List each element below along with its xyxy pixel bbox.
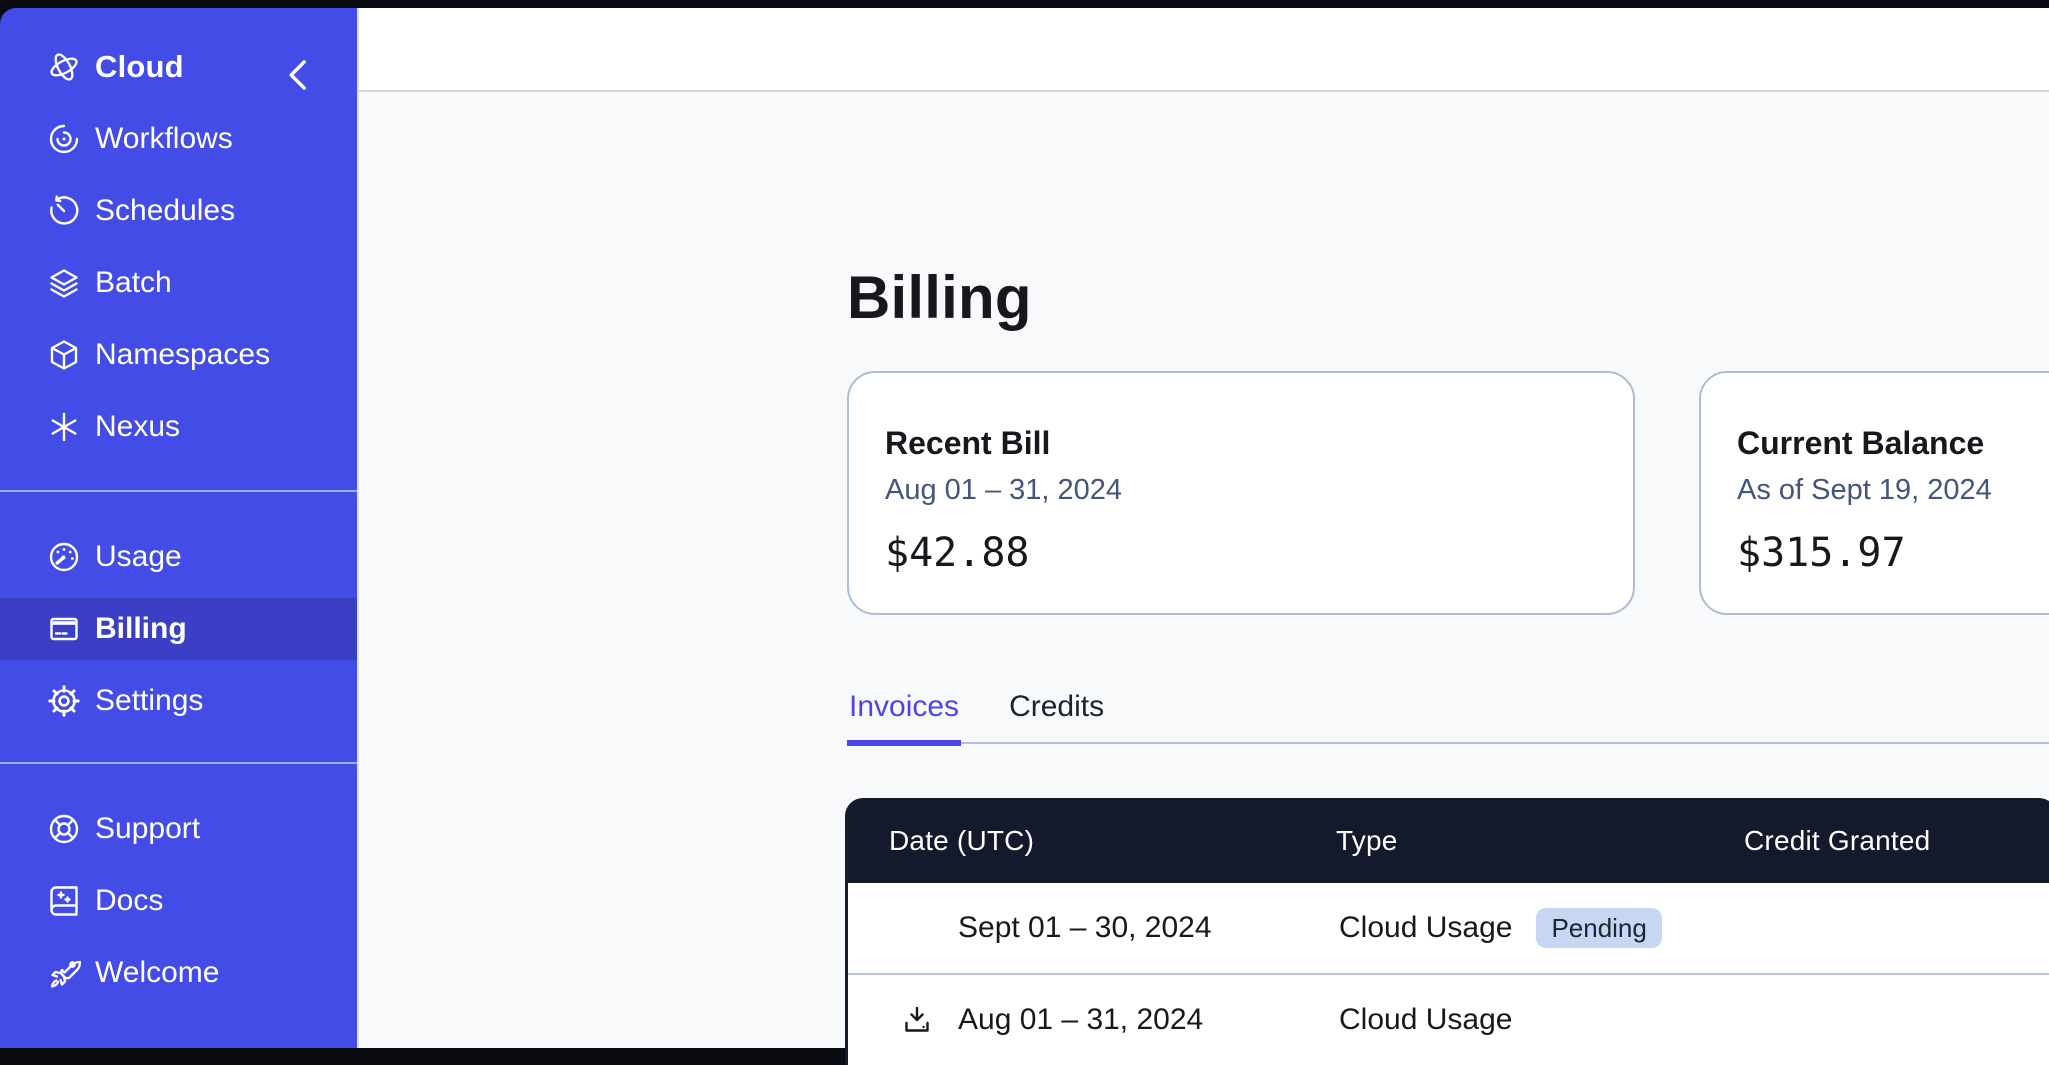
card-subtitle: As of Sept 19, 2024 (1737, 471, 2049, 509)
docs-icon (46, 883, 82, 919)
sidebar-item-label: Workflows (95, 122, 233, 156)
invoice-type: Cloud Usage (1339, 1003, 1512, 1037)
column-header-credit-granted: Credit Granted (1744, 825, 2049, 857)
column-header-type: Type (1336, 825, 1744, 857)
card-title: Recent Bill (885, 423, 1593, 463)
card-subtitle: Aug 01 – 31, 2024 (885, 471, 1593, 509)
table-row: Aug 01 – 31, 2024 Cloud Usage (848, 975, 2049, 1065)
current-balance-card: Current Balance As of Sept 19, 2024 $315… (1699, 371, 2049, 615)
temporal-logo-icon (46, 49, 82, 85)
sidebar-item-batch[interactable]: Batch (0, 252, 357, 314)
sidebar-item-docs[interactable]: Docs (0, 870, 357, 932)
sidebar-item-label: Settings (95, 684, 203, 718)
batch-icon (46, 265, 82, 301)
sidebar-section-platform: Workflows Schedules Batch (0, 108, 357, 468)
column-header-date: Date (UTC) (889, 825, 1336, 857)
invoice-type-cell: Cloud Usage Pending (1339, 908, 1747, 948)
invoice-date-cell: Sept 01 – 30, 2024 (892, 911, 1339, 945)
recent-bill-card: Recent Bill Aug 01 – 31, 2024 $42.88 (847, 371, 1635, 615)
top-bar (359, 8, 2049, 92)
sidebar-item-label: Batch (95, 266, 172, 300)
sidebar-section-help: Support Docs Welcome (0, 762, 357, 1014)
invoice-date: Sept 01 – 30, 2024 (958, 911, 1212, 944)
invoice-type: Cloud Usage (1339, 911, 1512, 945)
invoice-date-cell: Aug 01 – 31, 2024 (892, 1003, 1339, 1037)
card-title: Current Balance (1737, 423, 2049, 463)
sidebar-item-label: Namespaces (95, 338, 270, 372)
page-title: Billing (847, 263, 1032, 332)
billing-icon (46, 611, 82, 647)
sidebar-item-support[interactable]: Support (0, 798, 357, 860)
invoice-type-cell: Cloud Usage (1339, 1003, 1747, 1037)
sidebar-item-label: Billing (95, 612, 187, 646)
schedules-icon (46, 193, 82, 229)
invoices-table: Date (UTC) Type Credit Granted Sept 01 –… (845, 798, 2049, 1065)
table-header-row: Date (UTC) Type Credit Granted (845, 798, 2049, 883)
brand-label: Cloud (95, 49, 184, 85)
card-amount: $315.97 (1737, 527, 2049, 579)
sidebar-item-label: Support (95, 812, 200, 846)
sidebar-item-settings[interactable]: Settings (0, 670, 357, 732)
sidebar-item-namespaces[interactable]: Namespaces (0, 324, 357, 386)
table-body: Sept 01 – 30, 2024 Cloud Usage Pending (845, 883, 2049, 1065)
sidebar-item-schedules[interactable]: Schedules (0, 180, 357, 242)
invoice-date: Aug 01 – 31, 2024 (958, 1003, 1203, 1036)
tab-credits[interactable]: Credits (1007, 690, 1106, 746)
sidebar-item-nexus[interactable]: Nexus (0, 396, 357, 458)
brand: Cloud (46, 49, 184, 85)
nexus-icon (46, 409, 82, 445)
sidebar: Cloud Workflows (0, 8, 357, 1048)
welcome-icon (46, 955, 82, 991)
billing-tabs: Invoices Credits (847, 668, 2049, 744)
namespaces-icon (46, 337, 82, 373)
sidebar-item-workflows[interactable]: Workflows (0, 108, 357, 170)
sidebar-item-label: Schedules (95, 194, 235, 228)
tab-invoices[interactable]: Invoices (847, 690, 961, 746)
support-icon (46, 811, 82, 847)
sidebar-item-billing[interactable]: Billing (0, 598, 357, 660)
sidebar-item-welcome[interactable]: Welcome (0, 942, 357, 1004)
download-icon[interactable] (900, 1003, 934, 1037)
sidebar-item-label: Docs (95, 884, 163, 918)
main-content: Billing Recent Bill Aug 01 – 31, 2024 $4… (357, 8, 2049, 1048)
sidebar-item-label: Welcome (95, 956, 219, 990)
settings-icon (46, 683, 82, 719)
table-row: Sept 01 – 30, 2024 Cloud Usage Pending (848, 883, 2049, 975)
sidebar-section-account: Usage Billing Settings (0, 490, 357, 742)
usage-icon (46, 539, 82, 575)
sidebar-item-label: Usage (95, 540, 182, 574)
status-badge: Pending (1536, 908, 1661, 948)
workflows-icon (46, 121, 82, 157)
chevron-left-icon[interactable] (283, 58, 315, 92)
sidebar-item-label: Nexus (95, 410, 180, 444)
card-amount: $42.88 (885, 527, 1593, 579)
sidebar-item-usage[interactable]: Usage (0, 526, 357, 588)
